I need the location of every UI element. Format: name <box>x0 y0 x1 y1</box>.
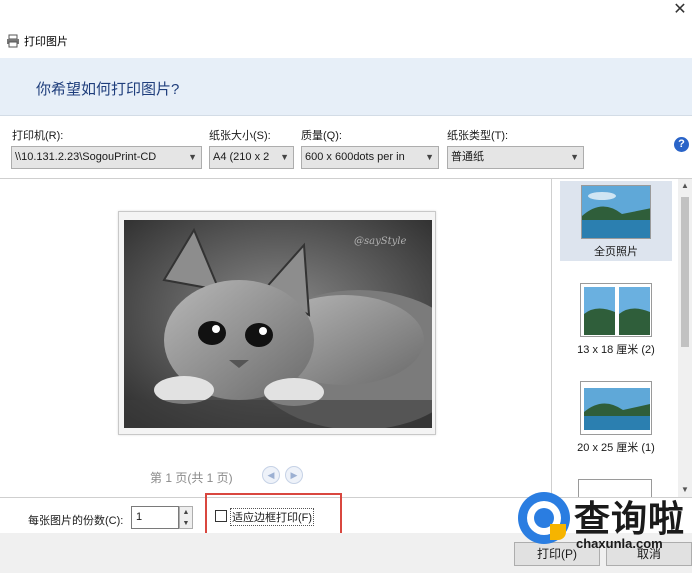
page-question: 你希望如何打印图片? <box>36 81 180 98</box>
photo-watermark: @sayStyle <box>354 236 406 247</box>
copies-stepper[interactable]: ▲ ▼ <box>179 506 193 529</box>
page-indicator: 第 1 页(共 1 页) <box>150 471 233 485</box>
header-banner: 你希望如何打印图片? <box>0 58 692 116</box>
next-page-button[interactable]: ▶ <box>285 466 303 484</box>
paper-type-select[interactable]: 普通纸 ▼ <box>447 146 584 169</box>
increment-icon[interactable]: ▲ <box>180 507 192 518</box>
title-bar: 打印图片 <box>0 28 692 54</box>
printer-label: 打印机(R): <box>12 130 64 142</box>
print-preview: @sayStyle 第 1 页(共 1 页) ◀ ▶ <box>0 178 551 498</box>
scroll-thumb[interactable] <box>681 197 689 347</box>
help-icon[interactable]: ? <box>674 137 689 152</box>
paper-type-value: 普通纸 <box>451 151 484 163</box>
printer-icon <box>6 34 20 48</box>
two-up-thumbnail <box>580 283 652 337</box>
scroll-up-icon[interactable]: ▲ <box>678 179 692 193</box>
paper-size-value: A4 (210 x 2 <box>213 151 270 163</box>
layout-list: 全页照片 13 x 18 厘米 (2) 20 x 25 厘米 (1) <box>551 178 678 498</box>
paper-type-label: 纸张类型(T): <box>447 130 509 142</box>
logo-icon-tail <box>550 524 566 540</box>
layout-caption: 13 x 18 厘米 (2) <box>577 344 655 356</box>
layout-item-13x18[interactable]: 13 x 18 厘米 (2) <box>560 279 672 359</box>
printer-value: \\10.131.2.23\SogouPrint-CD <box>15 151 157 163</box>
chevron-down-icon: ▼ <box>425 152 434 162</box>
close-button[interactable]: ✕ <box>667 0 692 22</box>
cat-photo: @sayStyle <box>124 220 432 428</box>
window-title: 打印图片 <box>24 36 68 48</box>
quality-select[interactable]: 600 x 600dots per in ▼ <box>301 146 439 169</box>
decrement-icon[interactable]: ▼ <box>180 518 192 529</box>
chevron-down-icon: ▼ <box>570 152 579 162</box>
copies-input[interactable]: 1 <box>131 506 179 529</box>
previous-page-button[interactable]: ◀ <box>262 466 280 484</box>
landscape-thumbnail <box>580 381 652 435</box>
chevron-down-icon: ▼ <box>280 152 289 162</box>
copies-label: 每张图片的份数(C): <box>28 515 124 527</box>
paper-size-label: 纸张大小(S): <box>209 130 271 142</box>
quality-value: 600 x 600dots per in <box>305 151 405 163</box>
layout-caption: 全页照片 <box>594 246 638 258</box>
layout-caption: 20 x 25 厘米 (1) <box>577 442 655 454</box>
layout-item-full-page[interactable]: 全页照片 <box>560 181 672 261</box>
layout-item-20x25[interactable]: 20 x 25 厘米 (1) <box>560 377 672 457</box>
quality-label: 质量(Q): <box>301 130 342 142</box>
site-logo: 查询啦 chaxunla.com <box>514 490 692 560</box>
logo-url: chaxunla.com <box>576 536 663 551</box>
page-preview: @sayStyle <box>118 211 436 435</box>
landscape-thumbnail <box>581 185 651 239</box>
layout-scrollbar[interactable]: ▲ ▼ <box>678 178 692 498</box>
chevron-down-icon: ▼ <box>188 152 197 162</box>
logo-text: 查询啦 <box>574 498 686 539</box>
paper-size-select[interactable]: A4 (210 x 2 ▼ <box>209 146 294 169</box>
printer-select[interactable]: \\10.131.2.23\SogouPrint-CD ▼ <box>11 146 202 169</box>
